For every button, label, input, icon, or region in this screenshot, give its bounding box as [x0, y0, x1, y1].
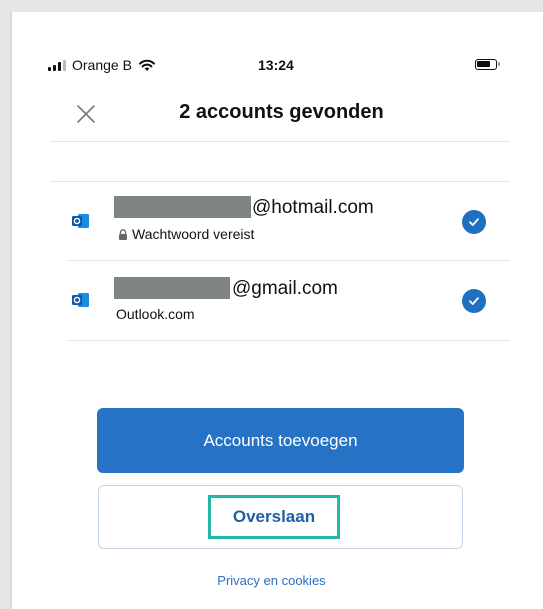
checkmark-icon: [469, 218, 479, 226]
account-selected-checkbox[interactable]: [462, 289, 486, 313]
account-row-hotmail[interactable]: @hotmail.com Wachtwoord vereist: [68, 182, 510, 260]
account-row-gmail[interactable]: @gmail.com Outlook.com: [68, 261, 510, 339]
redacted-username: [114, 277, 230, 299]
list-bottom-divider: [68, 340, 510, 341]
header-divider: [50, 141, 510, 142]
outlook-icon: [72, 214, 89, 228]
lock-icon: [119, 228, 127, 240]
account-status-text: Wachtwoord vereist: [132, 226, 255, 242]
account-selected-checkbox[interactable]: [462, 210, 486, 234]
account-status-text: Outlook.com: [116, 306, 195, 322]
redacted-username: [114, 196, 251, 218]
outlook-icon: [72, 293, 89, 307]
add-accounts-button[interactable]: Accounts toevoegen: [97, 408, 464, 473]
account-subtitle: Wachtwoord vereist: [118, 226, 254, 242]
account-email-domain: @hotmail.com: [252, 197, 374, 218]
signal-icon: [48, 59, 66, 71]
account-email-domain: @gmail.com: [232, 278, 338, 299]
status-bar-left: Orange B: [48, 57, 156, 73]
checkmark-icon: [469, 297, 479, 305]
battery-icon: [475, 59, 500, 70]
status-time: 13:24: [258, 57, 294, 73]
privacy-link[interactable]: Privacy en cookies: [0, 573, 543, 588]
skip-button-label[interactable]: Overslaan: [208, 495, 340, 539]
carrier-name: Orange B: [72, 57, 132, 73]
wifi-icon: [138, 59, 155, 71]
page-title: 2 accounts gevonden: [179, 101, 384, 123]
account-subtitle: Outlook.com: [116, 306, 195, 322]
